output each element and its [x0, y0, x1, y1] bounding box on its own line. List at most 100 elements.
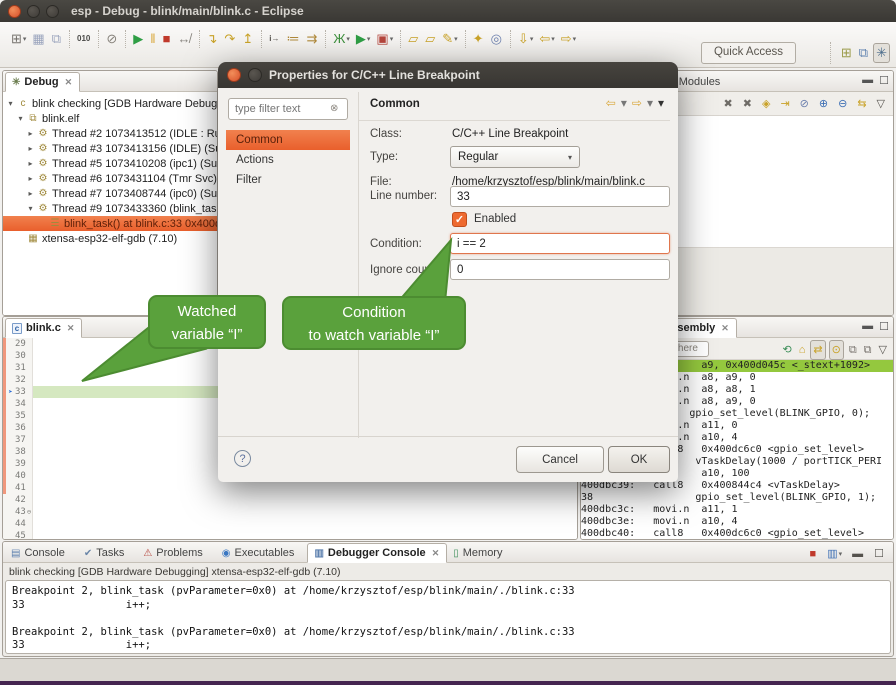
collapse-all-icon[interactable]: ⊖: [836, 95, 849, 113]
breakpoint-icon[interactable]: [6, 470, 15, 482]
save-all-icon[interactable]: ⧉: [50, 30, 64, 48]
editor-gutter[interactable]: 41: [3, 482, 33, 494]
help-icon[interactable]: ?: [234, 450, 251, 467]
minimize-icon[interactable]: ▬: [862, 320, 873, 333]
code-line[interactable]: 42: [3, 494, 577, 506]
breakpoint-icon[interactable]: [6, 494, 15, 506]
code-line[interactable]: 41 }: [3, 482, 577, 494]
use-step-filters-icon[interactable]: ⇉: [304, 30, 320, 48]
tree-expander-icon[interactable]: ▾: [25, 204, 36, 213]
back-menu-icon[interactable]: ▾: [621, 96, 627, 110]
breakpoint-icon[interactable]: [6, 458, 15, 470]
home-icon[interactable]: ⌂: [797, 341, 808, 359]
clear-filter-icon[interactable]: ⊗: [330, 103, 338, 114]
breakpoint-icon[interactable]: [6, 530, 15, 539]
back-icon[interactable]: ⇦ ▾: [537, 30, 556, 48]
debug-perspective-icon[interactable]: ✳: [873, 43, 890, 63]
tree-expander-icon[interactable]: ▸: [25, 189, 36, 198]
breakpoint-icon[interactable]: [6, 446, 15, 458]
tree-expander-icon[interactable]: ▸: [25, 174, 36, 183]
debug-tree-session[interactable]: ▾ c blink checking [GDB Hardware Debug: [3, 96, 217, 111]
debug-tree-thread[interactable]: ▾ ⚙ Thread #9 1073433360 (blink_task: [3, 201, 217, 216]
ok-button[interactable]: OK: [608, 446, 670, 473]
debug-tree-gdb[interactable]: ▦ xtensa-esp32-elf-gdb (7.10): [3, 231, 217, 246]
refresh-view-icon[interactable]: ⟲: [781, 341, 794, 359]
breakpoint-icon[interactable]: [6, 422, 15, 434]
close-icon[interactable]: ✕: [67, 323, 75, 334]
step-return-icon[interactable]: ↥: [240, 30, 256, 48]
close-icon[interactable]: ✕: [65, 77, 73, 88]
skip-all-breakpoints-icon[interactable]: ⊘: [104, 30, 120, 48]
editor-gutter[interactable]: 38: [3, 446, 33, 458]
maximize-icon[interactable]: ☐: [872, 545, 887, 563]
mark-occurrences-icon[interactable]: ◎: [489, 30, 505, 48]
disconnect-icon[interactable]: ↮: [176, 30, 194, 48]
maximize-icon[interactable]: ☐: [879, 320, 889, 333]
tab-executables[interactable]: ◉ Executables: [216, 544, 308, 562]
tab-debug[interactable]: ✳ Debug ✕: [5, 72, 80, 92]
tree-expander-icon[interactable]: ▸: [25, 144, 36, 153]
tab-tasks[interactable]: ✔ Tasks: [78, 544, 138, 562]
tree-expander-icon[interactable]: ▸: [25, 129, 36, 138]
tab-console[interactable]: ▤ Console: [5, 544, 78, 562]
maximize-icon[interactable]: ☐: [879, 74, 889, 87]
debug-tree-target[interactable]: ▾ ⧉ blink.elf: [3, 111, 217, 126]
open-resource-icon[interactable]: ▱: [423, 30, 438, 48]
new-wizard-icon[interactable]: ⊞ ▾: [9, 30, 28, 48]
step-into-icon[interactable]: ↴: [205, 30, 221, 48]
last-edit-location-icon[interactable]: ⇩ ▾: [516, 30, 535, 48]
tree-expander-icon[interactable]: ▾: [15, 114, 26, 123]
sync-active-context-icon[interactable]: ⇄: [810, 340, 825, 360]
resume-icon[interactable]: ▶: [131, 30, 146, 48]
show-source-icon[interactable]: ⊙: [829, 340, 844, 360]
editor-gutter[interactable]: 31: [3, 362, 33, 374]
dialog-nav-item[interactable]: Actions: [226, 150, 350, 170]
breakpoint-icon[interactable]: [6, 350, 15, 362]
editor-gutter[interactable]: 44: [3, 518, 33, 530]
tree-expander-icon[interactable]: ▾: [5, 99, 16, 108]
enabled-checkbox[interactable]: ✓: [452, 212, 467, 227]
tab-blink-c[interactable]: c blink.c ✕: [5, 318, 82, 338]
cancel-button[interactable]: Cancel: [516, 446, 604, 473]
ignore-count-input[interactable]: [450, 259, 670, 280]
editor-gutter[interactable]: 39: [3, 458, 33, 470]
debug-tree-stack-frame[interactable]: ☰ blink_task() at blink.c:33 0x400db: [3, 216, 217, 231]
pointer-mode-icon[interactable]: ⊘: [798, 95, 811, 113]
disassembly-line[interactable]: 400dbc3e: movi.n a10, 4: [581, 516, 893, 528]
debug-tree-thread[interactable]: ▸ ⚙ Thread #2 1073413512 (IDLE : Runn: [3, 126, 217, 141]
step-over-icon[interactable]: ↷: [222, 30, 238, 48]
save-icon[interactable]: ▦: [30, 30, 47, 48]
cpp-perspective-icon[interactable]: ⧉: [857, 44, 870, 62]
editor-gutter[interactable]: 45: [3, 530, 33, 539]
external-tools-icon[interactable]: ▣ ▾: [374, 30, 395, 48]
drop-to-frame-icon[interactable]: ≔: [284, 30, 302, 48]
display-console-icon[interactable]: ▥ ▾: [825, 545, 844, 563]
condition-input[interactable]: [450, 233, 670, 254]
import-icon[interactable]: ⇥: [778, 95, 791, 113]
options-icon[interactable]: ◈: [760, 95, 772, 113]
editor-gutter[interactable]: 35: [3, 410, 33, 422]
breakpoint-icon[interactable]: [6, 410, 15, 422]
editor-gutter[interactable]: 42: [3, 494, 33, 506]
breakpoint-icon[interactable]: ➤: [6, 386, 15, 398]
editor-gutter[interactable]: 43 ⊖: [3, 506, 33, 518]
view-menu-icon[interactable]: ▾: [658, 96, 664, 110]
pin-view-icon[interactable]: ⧉: [862, 341, 874, 359]
disassembly-line[interactable]: 400dbc40: call8 0x400dc6c0 <gpio_set_lev…: [581, 528, 893, 539]
back-icon[interactable]: ⇦: [606, 96, 616, 110]
terminate-icon[interactable]: ■: [161, 30, 174, 48]
breakpoint-icon[interactable]: [6, 506, 15, 518]
open-new-view-icon[interactable]: ⧉: [847, 341, 859, 359]
code-line[interactable]: 43 ⊖ void app_main(): [3, 506, 577, 518]
editor-gutter[interactable]: 30: [3, 350, 33, 362]
debug-tree-thread[interactable]: ▸ ⚙ Thread #7 1073408744 (ipc0) (Susp: [3, 186, 217, 201]
editor-gutter[interactable]: 37: [3, 434, 33, 446]
forward-menu-icon[interactable]: ▾: [647, 96, 653, 110]
breakpoint-icon[interactable]: [6, 482, 15, 494]
code-line[interactable]: 45 xTaskCreate(&blink_task, "blink_task"…: [3, 530, 577, 539]
type-select[interactable]: Regular ▾: [450, 146, 580, 168]
disassembly-line[interactable]: 38 gpio_set_level(BLINK_GPIO, 1);: [581, 492, 893, 504]
dialog-minimize-icon[interactable]: [248, 68, 262, 82]
editor-gutter[interactable]: 32: [3, 374, 33, 386]
window-close-icon[interactable]: [8, 5, 21, 18]
